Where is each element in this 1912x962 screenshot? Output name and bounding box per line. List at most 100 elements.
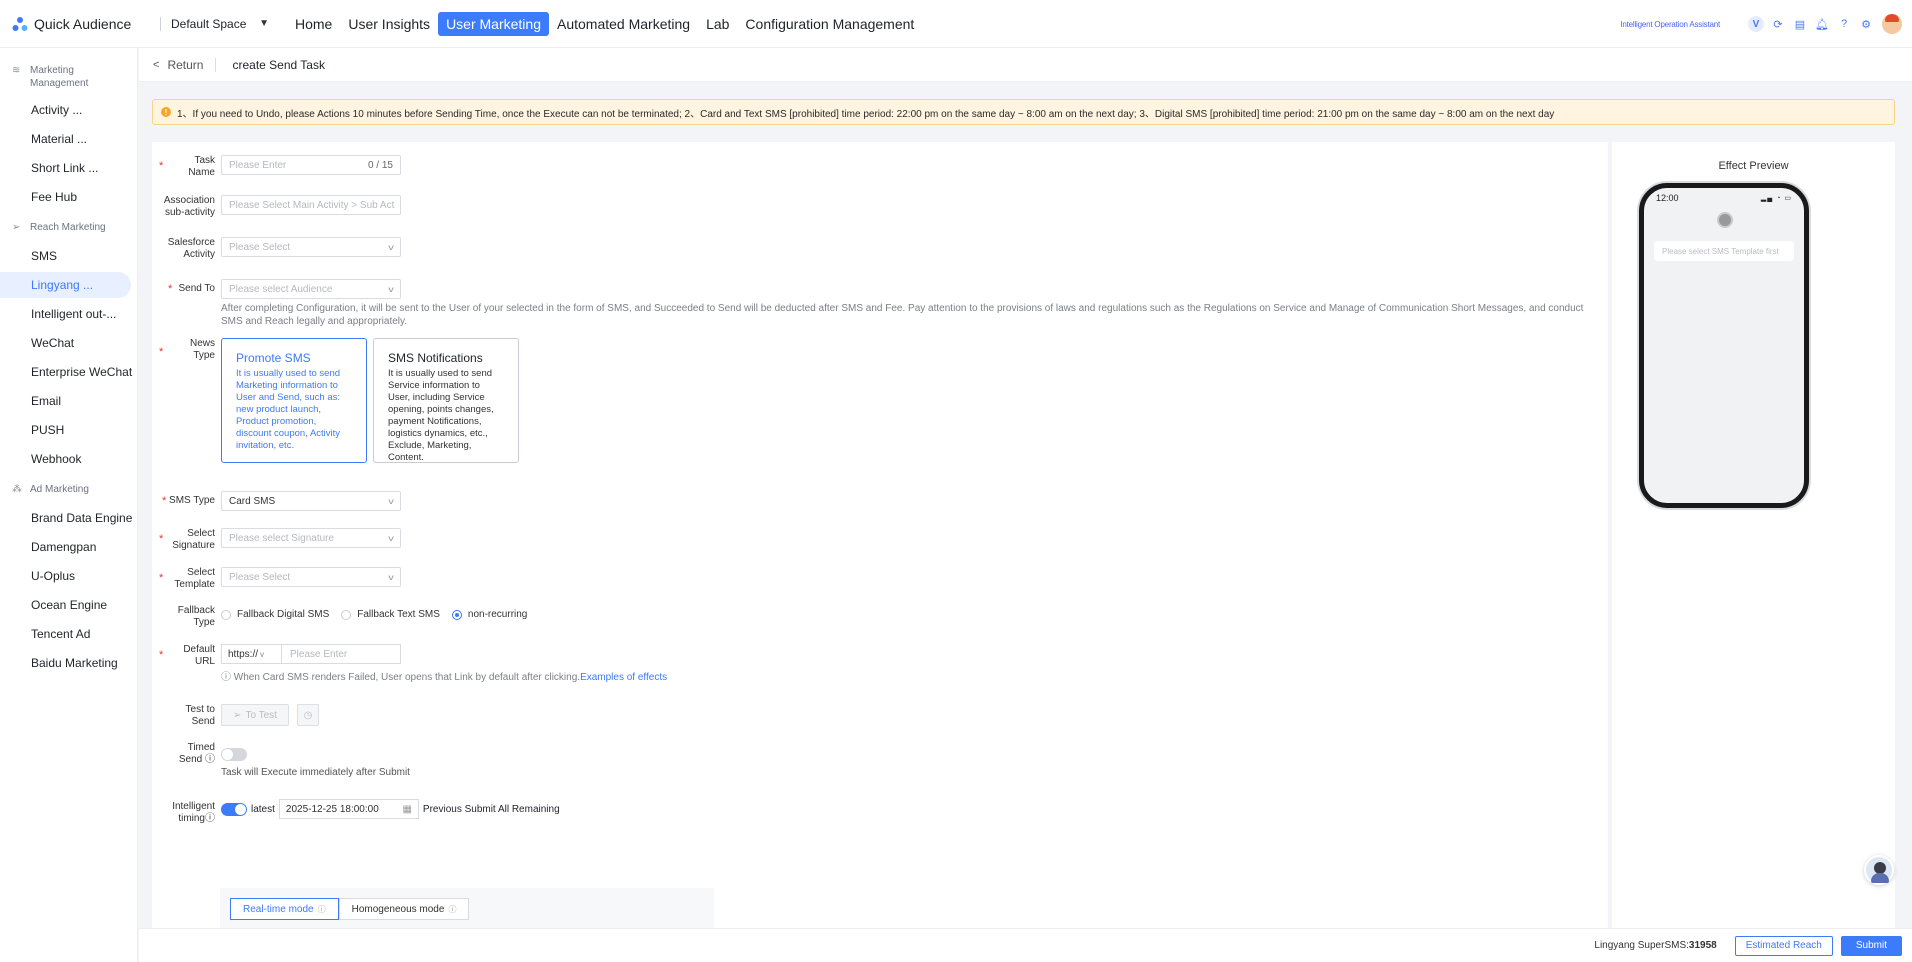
nav-home[interactable]: Home	[287, 12, 340, 36]
sync-icon[interactable]: ⟳	[1770, 16, 1786, 32]
info-icon: ⓘ	[448, 904, 457, 914]
protocol-select[interactable]: https://v	[221, 644, 281, 664]
bell-icon[interactable]: 🔔︎	[1814, 16, 1830, 32]
audience-select[interactable]: Please select Audience v	[221, 279, 401, 299]
card-desc: It is usually used to send Service infor…	[388, 368, 494, 463]
radio-non-recurring[interactable]: non-recurring	[451, 609, 527, 620]
warning-banner: ! 1、If you need to Undo, please Actions …	[152, 99, 1895, 125]
submit-button[interactable]: Submit	[1840, 935, 1902, 956]
sidebar-item-damengpan[interactable]: Damengpan	[0, 534, 131, 560]
sidebar-item-intelligent-outbound[interactable]: Intelligent out-...	[0, 301, 131, 327]
sidebar-item-baidu-marketing[interactable]: Baidu Marketing	[0, 650, 131, 676]
template-row: * Select Template Please Select v	[152, 567, 401, 591]
layers-icon: ≋	[12, 65, 21, 76]
required-mark: *	[162, 495, 167, 507]
association-cascader[interactable]: Please Select Main Activity > Sub Act	[221, 195, 401, 215]
sidebar-item-email[interactable]: Email	[0, 388, 131, 414]
v-badge-icon[interactable]: V	[1748, 16, 1764, 32]
customer-service-avatar-icon[interactable]	[1864, 855, 1894, 885]
char-counter: 0 / 15	[367, 159, 393, 171]
page-title: create Send Task	[232, 57, 325, 72]
sidebar-item-sms[interactable]: SMS	[0, 243, 131, 269]
sms-type-label: SMS Type	[169, 495, 215, 506]
task-form: * Task Name Please Enter 0 / 15 Associatio…	[152, 142, 1608, 932]
user-avatar[interactable]	[1882, 14, 1902, 34]
briefcase-icon[interactable]: ▤	[1792, 16, 1808, 32]
contact-avatar-icon	[1717, 212, 1733, 228]
signature-select[interactable]: Please select Signature v	[221, 528, 401, 548]
salesforce-row: Salesforce Activity Please Select v	[152, 237, 401, 261]
return-button[interactable]: < Return	[153, 57, 217, 72]
clock-icon-button[interactable]: ◷	[297, 704, 319, 726]
examples-link[interactable]: Examples of effects	[580, 672, 667, 683]
sidebar-item-activity[interactable]: Activity ...	[0, 97, 131, 123]
chevron-down-icon: v	[388, 533, 394, 543]
sms-notifications-card[interactable]: SMS Notifications It is usually used to …	[373, 338, 519, 463]
radio-fallback-text[interactable]: Fallback Text SMS	[341, 609, 440, 620]
template-select[interactable]: Please Select v	[221, 567, 401, 587]
app-name: Quick Audience	[34, 15, 132, 32]
sidebar-item-enterprise-wechat[interactable]: Enterprise WeChat	[0, 359, 132, 385]
settings-icon[interactable]: ⚙︎	[1858, 16, 1874, 32]
homogeneous-mode-button[interactable]: Homogeneous mode ⓘ	[338, 898, 470, 920]
nav-configuration-management[interactable]: Configuration Management	[737, 12, 922, 36]
to-test-button[interactable]: ➢ To Test	[221, 704, 289, 726]
sidebar-item-short-link[interactable]: Short Link ...	[0, 155, 131, 181]
sidebar-item-u-oplus[interactable]: U-Oplus	[0, 563, 131, 589]
quick-audience-logo-icon	[12, 16, 28, 31]
sidebar-item-push[interactable]: PUSH	[0, 417, 131, 443]
card-desc: It is usually used to send Marketing inf…	[236, 368, 341, 451]
nav-user-insights[interactable]: User Insights	[340, 12, 438, 36]
sidebar-item-wechat[interactable]: WeChat	[0, 330, 131, 356]
send-to-label: Send To	[178, 283, 215, 294]
signal-wifi-battery-icon: ▂▄ ◔ ▭	[1760, 195, 1792, 202]
salesforce-select[interactable]: Please Select v	[221, 237, 401, 257]
required-mark: *	[159, 160, 164, 172]
sidebar-item-webhook[interactable]: Webhook	[0, 446, 131, 472]
send-icon: ➢	[12, 222, 21, 233]
intelligent-timing-row: Intelligent timingⓘ latest 2025-12-25 18…	[152, 799, 560, 825]
datetime-picker[interactable]: 2025-12-25 18:00:00 ▦	[278, 799, 419, 819]
top-right-tools: Intelligent Operation Assistant V ⟳ ▤ 🔔︎…	[1620, 0, 1902, 48]
help-icon[interactable]: ?	[1836, 16, 1852, 32]
fallback-label: Fallback Type	[177, 605, 215, 628]
signature-row: * Select Signature Please select Signatur…	[152, 528, 401, 552]
real-time-mode-button[interactable]: Real-time mode ⓘ	[230, 898, 339, 920]
sidebar-section-marketing-management: ≋ Marketing Management	[12, 65, 89, 89]
app-root: Quick Audience Default Space ▼ Home User…	[0, 0, 1912, 962]
chevron-down-icon: v	[388, 572, 394, 582]
sidebar-section-reach-marketing: ➢ Reach Marketing	[12, 222, 106, 233]
radio-circle	[221, 609, 231, 620]
main-content: < Return create Send Task ! 1、If you nee…	[139, 48, 1912, 932]
url-input[interactable]: Please Enter	[281, 644, 401, 664]
fallback-row: Fallback Type Fallback Digital SMS Fallb…	[152, 605, 539, 629]
task-name-input[interactable]: Please Enter 0 / 15	[221, 155, 401, 175]
promote-sms-card[interactable]: Promote SMS It is usually used to send M…	[221, 338, 367, 463]
help-icon[interactable]: ⓘ	[205, 813, 215, 824]
intelligent-timing-toggle[interactable]	[221, 802, 247, 816]
sidebar-item-brand-data-engine[interactable]: Brand Data Engine	[0, 505, 132, 531]
estimated-reach-button[interactable]: Estimated Reach	[1734, 935, 1833, 956]
help-icon[interactable]: ⓘ	[205, 754, 215, 765]
remaining-label: Previous Submit All Remaining	[422, 803, 560, 815]
main-nav: Home User Insights User Marketing Automa…	[287, 11, 922, 36]
sidebar-item-lingyang[interactable]: Lingyang ...	[0, 272, 131, 298]
space-selector[interactable]: Default Space ▼	[160, 16, 275, 31]
sidebar-item-fee-hub[interactable]: Fee Hub	[0, 184, 131, 210]
sms-type-select[interactable]: Card SMS v	[221, 491, 401, 511]
sidebar-item-ocean-engine[interactable]: Ocean Engine	[0, 592, 131, 618]
nav-user-marketing[interactable]: User Marketing	[438, 11, 549, 36]
send-to-row: * Send To Please select Audience v After c…	[152, 279, 1601, 328]
sidebar-item-tencent-ad[interactable]: Tencent Ad	[0, 621, 131, 647]
radio-fallback-digital[interactable]: Fallback Digital SMS	[221, 609, 329, 620]
share-icon: ⁂	[12, 484, 22, 495]
operation-assistant-link[interactable]: Intelligent Operation Assistant	[1620, 20, 1720, 29]
sidebar-item-material[interactable]: Material ...	[0, 126, 131, 152]
nav-lab[interactable]: Lab	[698, 12, 737, 36]
preview-title: Effect Preview	[1718, 160, 1789, 172]
timed-send-toggle[interactable]	[221, 748, 247, 761]
nav-automated-marketing[interactable]: Automated Marketing	[549, 12, 698, 36]
association-label: Association sub-activity	[163, 195, 215, 218]
app-logo[interactable]: Quick Audience	[12, 16, 140, 32]
info-icon: ⓘ	[317, 904, 326, 914]
